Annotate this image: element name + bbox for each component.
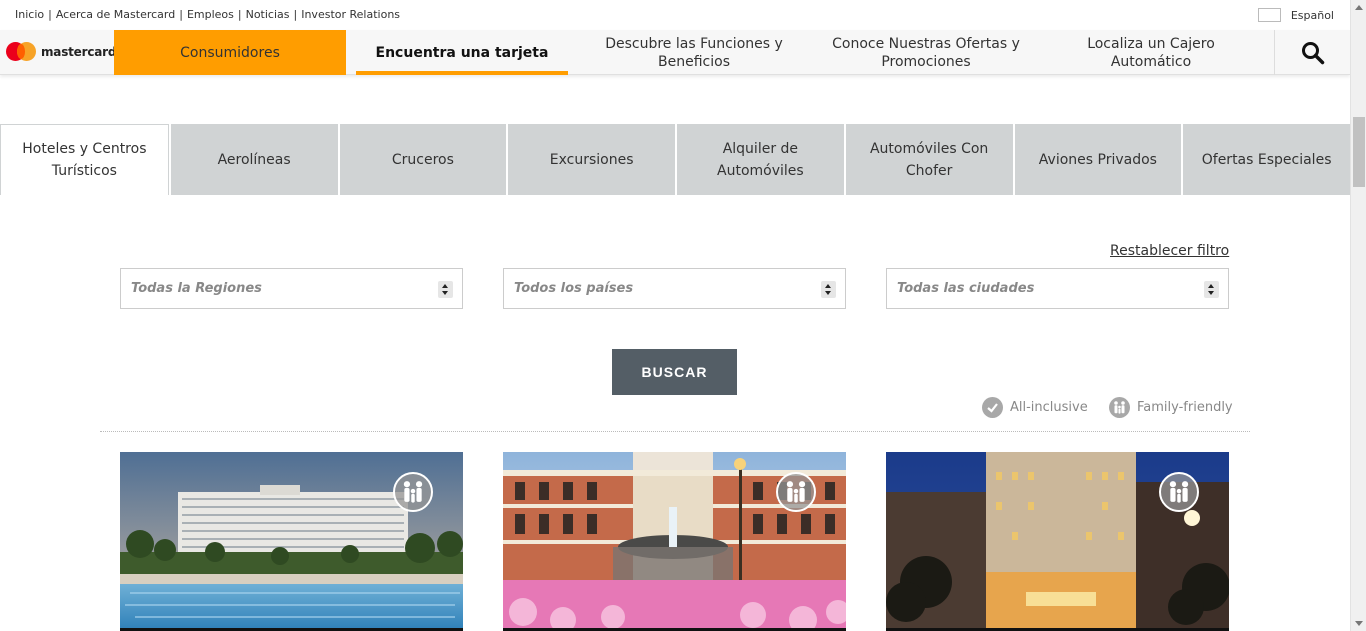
link-inicio[interactable]: Inicio bbox=[15, 8, 44, 21]
language-label: Español bbox=[1290, 8, 1334, 22]
link-investor-relations[interactable]: Investor Relations bbox=[301, 8, 400, 21]
mastercard-circles-icon bbox=[6, 42, 36, 61]
region-select-value: Todas la Regiones bbox=[131, 281, 262, 296]
city-select-value: Todas las ciudades bbox=[897, 281, 1035, 296]
scrollbar-thumb[interactable] bbox=[1353, 117, 1365, 187]
select-arrows-icon bbox=[821, 281, 836, 298]
nav-ofertas-promociones[interactable]: Conoce Nuestras Ofertas y Promociones bbox=[820, 30, 1032, 75]
tab-ofertas-especiales[interactable]: Ofertas Especiales bbox=[1183, 124, 1350, 195]
nav-encuentra-tarjeta[interactable]: Encuentra una tarjeta bbox=[356, 30, 568, 75]
language-selector[interactable]: Español bbox=[1257, 8, 1334, 22]
legend-family-friendly: Family-friendly bbox=[1109, 396, 1233, 418]
reset-filter-link[interactable]: Restablecer filtro bbox=[1110, 243, 1229, 259]
region-select[interactable]: Todas la Regiones bbox=[120, 268, 463, 309]
family-friendly-badge bbox=[1159, 472, 1199, 512]
divider bbox=[100, 431, 1250, 432]
country-select[interactable]: Todos los países bbox=[503, 268, 846, 309]
family-icon bbox=[1169, 481, 1189, 503]
separator: | bbox=[293, 8, 298, 21]
hotel-card[interactable] bbox=[503, 452, 846, 631]
country-select-value: Todos los países bbox=[514, 281, 634, 296]
page-scrollbar[interactable] bbox=[1350, 0, 1366, 631]
tab-alquiler-automoviles[interactable]: Alquiler de Automóviles bbox=[677, 124, 844, 195]
hotel-card[interactable] bbox=[886, 452, 1229, 631]
legend-all-inclusive: All-inclusive bbox=[982, 396, 1088, 418]
legend-all-inclusive-label: All-inclusive bbox=[1010, 399, 1088, 415]
nav-localiza-cajero[interactable]: Localiza un Cajero Automático bbox=[1060, 30, 1242, 75]
check-icon bbox=[982, 396, 1003, 418]
family-icon bbox=[403, 481, 423, 503]
family-icon bbox=[786, 481, 806, 503]
family-friendly-badge bbox=[776, 472, 816, 512]
tab-automoviles-chofer[interactable]: Automóviles Con Chofer bbox=[845, 124, 1013, 195]
search-button[interactable] bbox=[1274, 30, 1350, 75]
legend-family-friendly-label: Family-friendly bbox=[1137, 399, 1233, 415]
main-nav: mastercard Consumidores Encuentra una ta… bbox=[0, 30, 1350, 75]
utility-bar: Inicio | Acerca de Mastercard | Empleos | N… bbox=[0, 0, 1350, 30]
link-noticias[interactable]: Noticias bbox=[246, 8, 290, 21]
link-acerca[interactable]: Acerca de Mastercard bbox=[56, 8, 175, 21]
search-submit-button[interactable]: BUSCAR bbox=[612, 349, 737, 395]
flag-icon bbox=[1257, 8, 1281, 22]
tab-excursiones[interactable]: Excursiones bbox=[508, 124, 675, 195]
tab-aerolineas[interactable]: Aerolíneas bbox=[170, 124, 338, 195]
hotel-card[interactable] bbox=[120, 452, 463, 631]
select-arrows-icon bbox=[1204, 281, 1219, 298]
city-select[interactable]: Todas las ciudades bbox=[886, 268, 1229, 309]
select-arrows-icon bbox=[438, 281, 453, 298]
separator: | bbox=[48, 8, 52, 21]
search-icon bbox=[1301, 41, 1324, 64]
separator: | bbox=[237, 8, 242, 21]
family-icon bbox=[1109, 396, 1130, 418]
nav-funciones-beneficios[interactable]: Descubre las Funciones y Beneficios bbox=[588, 30, 800, 75]
utility-links: Inicio | Acerca de Mastercard | Empleos | N… bbox=[15, 8, 400, 21]
tab-aviones-privados[interactable]: Aviones Privados bbox=[1014, 124, 1182, 195]
scroll-down-icon[interactable] bbox=[1355, 621, 1363, 626]
logo-wordmark: mastercard bbox=[41, 44, 117, 59]
tab-cruceros[interactable]: Cruceros bbox=[339, 124, 507, 195]
mastercard-logo[interactable]: mastercard bbox=[6, 42, 116, 61]
nav-consumidores[interactable]: Consumidores bbox=[114, 30, 346, 75]
category-tabs: Hoteles y Centros Turísticos Aerolíneas … bbox=[0, 124, 1350, 195]
link-empleos[interactable]: Empleos bbox=[187, 8, 234, 21]
family-friendly-badge bbox=[393, 472, 433, 512]
separator: | bbox=[179, 8, 183, 21]
scroll-up-icon[interactable] bbox=[1355, 5, 1363, 10]
tab-hoteles[interactable]: Hoteles y Centros Turísticos bbox=[0, 124, 169, 195]
